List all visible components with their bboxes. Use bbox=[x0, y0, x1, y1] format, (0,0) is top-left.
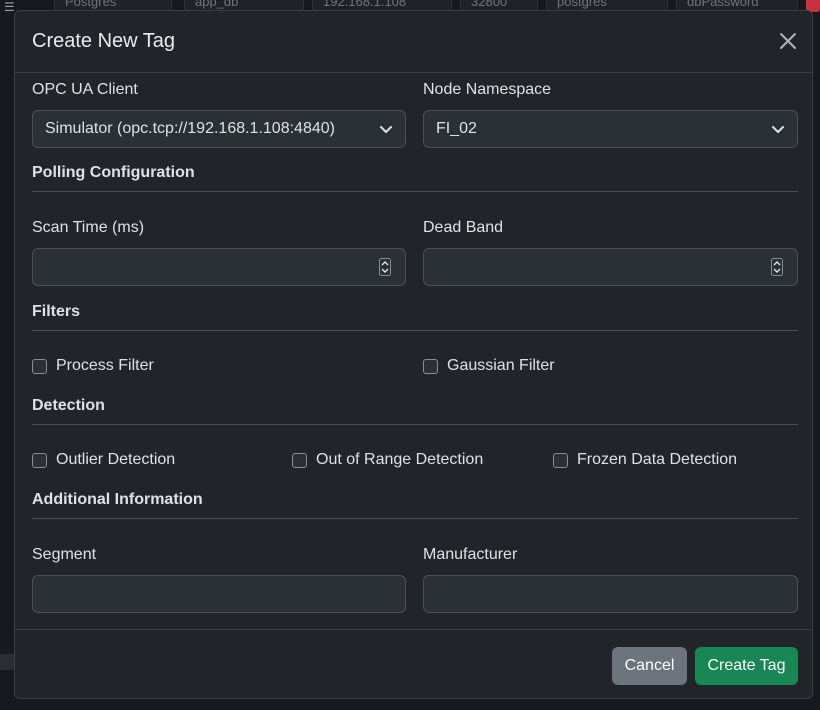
close-icon bbox=[780, 33, 796, 49]
number-spinner-icon[interactable] bbox=[771, 258, 783, 276]
scan-time-label: Scan Time (ms) bbox=[32, 219, 145, 236]
frozen-data-detection-option[interactable]: Frozen Data Detection bbox=[553, 451, 737, 469]
additional-info-section-title: Additional Information bbox=[32, 491, 203, 508]
modal-title: Create New Tag bbox=[32, 30, 176, 52]
opc-client-select[interactable]: Simulator (opc.tcp://192.168.1.108:4840) bbox=[32, 110, 406, 148]
chevron-down-icon bbox=[772, 126, 784, 133]
polling-section-title: Polling Configuration bbox=[32, 164, 195, 181]
bg-edge-left bbox=[0, 654, 14, 670]
filters-section-title: Filters bbox=[32, 303, 81, 320]
gaussian-filter-label: Gaussian Filter bbox=[447, 357, 555, 374]
frozen-data-detection-checkbox[interactable] bbox=[553, 452, 568, 468]
gaussian-filter-option[interactable]: Gaussian Filter bbox=[423, 357, 555, 375]
outlier-detection-label: Outlier Detection bbox=[56, 451, 176, 468]
process-filter-label: Process Filter bbox=[56, 357, 154, 374]
out-of-range-detection-checkbox[interactable] bbox=[292, 452, 307, 468]
frozen-data-detection-label: Frozen Data Detection bbox=[577, 451, 738, 468]
node-namespace-value: FI_02 bbox=[436, 120, 477, 137]
cancel-button[interactable]: Cancel bbox=[612, 647, 687, 685]
modal-footer: Cancel Create Tag bbox=[15, 629, 812, 698]
section-divider bbox=[32, 191, 798, 192]
out-of-range-detection-option[interactable]: Out of Range Detection bbox=[292, 451, 483, 469]
outlier-detection-checkbox[interactable] bbox=[32, 452, 47, 468]
section-divider bbox=[32, 330, 798, 331]
segment-label: Segment bbox=[32, 546, 97, 563]
outlier-detection-option[interactable]: Outlier Detection bbox=[32, 451, 175, 469]
opc-client-label: OPC UA Client bbox=[32, 81, 138, 98]
segment-input[interactable] bbox=[32, 575, 406, 613]
process-filter-option[interactable]: Process Filter bbox=[32, 357, 154, 375]
menu-icon[interactable]: ☰ bbox=[4, 0, 15, 14]
process-filter-checkbox[interactable] bbox=[32, 358, 47, 374]
node-namespace-select[interactable]: FI_02 bbox=[423, 110, 798, 148]
chevron-down-icon bbox=[380, 126, 392, 133]
section-divider bbox=[32, 424, 798, 425]
detection-section-title: Detection bbox=[32, 397, 105, 414]
opc-client-value: Simulator (opc.tcp://192.168.1.108:4840) bbox=[45, 120, 335, 137]
create-tag-modal: Create New Tag OPC UA Client Node Namesp… bbox=[14, 10, 813, 699]
create-tag-button[interactable]: Create Tag bbox=[695, 647, 798, 685]
out-of-range-detection-label: Out of Range Detection bbox=[316, 451, 484, 468]
number-spinner-icon[interactable] bbox=[379, 258, 391, 276]
scan-time-input[interactable] bbox=[32, 248, 406, 286]
manufacturer-label: Manufacturer bbox=[423, 546, 518, 563]
dead-band-label: Dead Band bbox=[423, 219, 504, 236]
close-button[interactable] bbox=[778, 31, 798, 51]
node-namespace-label: Node Namespace bbox=[423, 81, 552, 98]
gaussian-filter-checkbox[interactable] bbox=[423, 358, 438, 374]
section-divider bbox=[32, 518, 798, 519]
dead-band-input[interactable] bbox=[423, 248, 798, 286]
manufacturer-input[interactable] bbox=[423, 575, 798, 613]
modal-header: Create New Tag bbox=[15, 11, 812, 73]
